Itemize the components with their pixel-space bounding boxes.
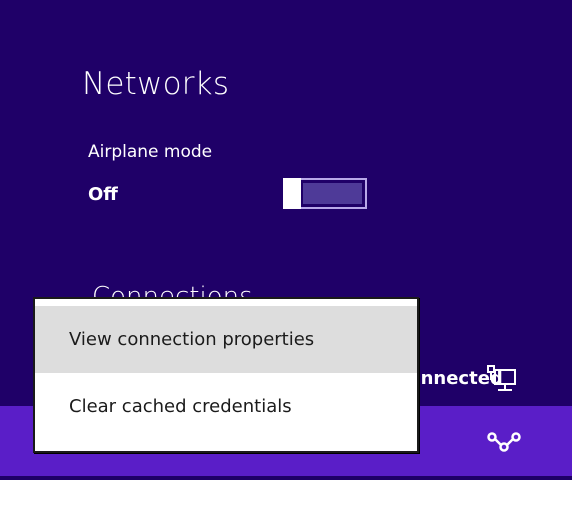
view-connection-properties-item[interactable]: View connection properties	[35, 306, 417, 373]
clear-cached-credentials-item[interactable]: Clear cached credentials	[35, 373, 417, 440]
context-menu: View connection properties Clear cached …	[33, 297, 419, 453]
bottom-edge	[0, 480, 572, 508]
airplane-mode-toggle[interactable]	[283, 178, 367, 209]
panel-title: Networks	[82, 66, 230, 102]
toggle-track	[303, 183, 362, 204]
network-share-icon	[487, 432, 521, 452]
airplane-mode-value: Off	[88, 184, 118, 205]
toggle-thumb[interactable]	[283, 178, 301, 209]
airplane-mode-label: Airplane mode	[88, 142, 213, 162]
wired-network-icon	[487, 365, 516, 391]
